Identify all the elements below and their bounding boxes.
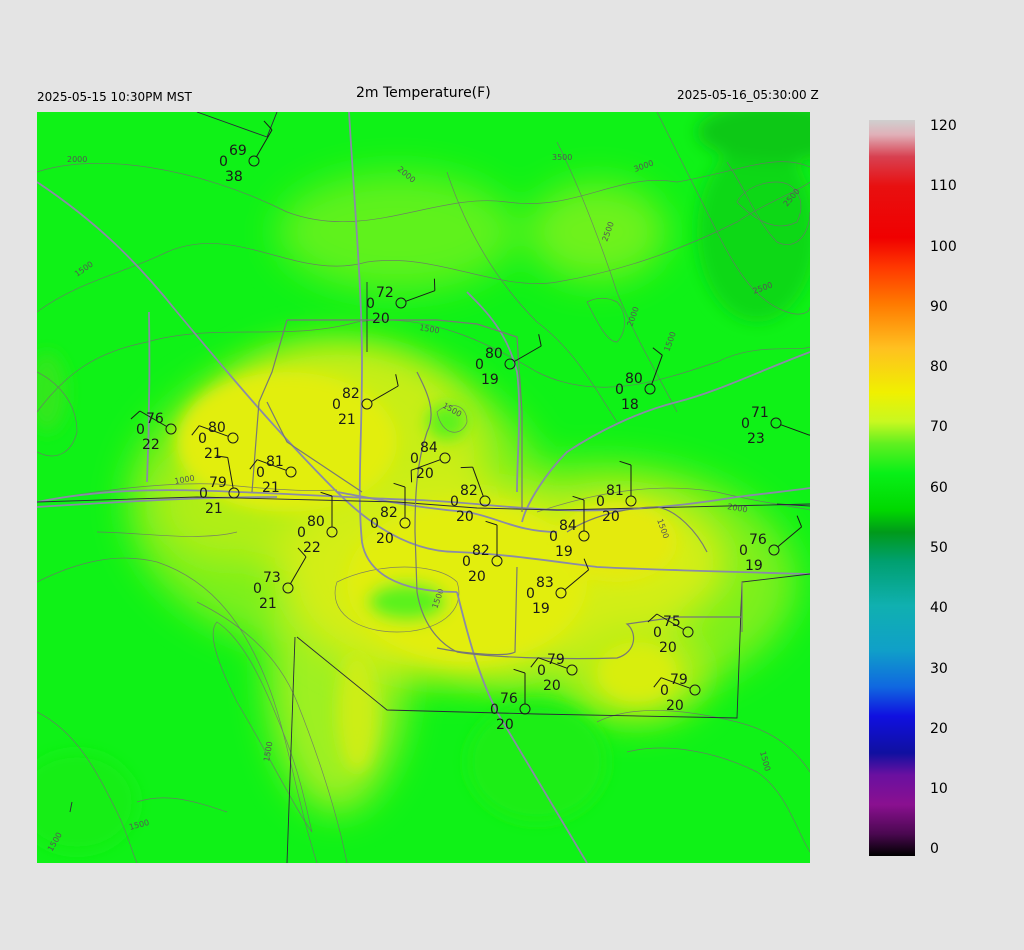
colorbar-label-40: 40 [930, 600, 948, 616]
station-temperature: 72 [376, 285, 394, 301]
station-temperature: 81 [266, 454, 284, 470]
local-time-label: 2025-05-15 10:30PM MST [37, 90, 192, 104]
station-precip: 0 [653, 625, 662, 641]
station-dewpoint: 20 [543, 678, 561, 694]
station-temperature: 82 [472, 543, 490, 559]
station-dewpoint: 21 [262, 480, 280, 496]
station-dewpoint: 20 [416, 466, 434, 482]
station-precip: 0 [537, 663, 546, 679]
station-precip: 0 [741, 416, 750, 432]
station-dewpoint: 19 [555, 544, 573, 560]
station-dewpoint: 20 [456, 509, 474, 525]
station-temperature: 82 [460, 483, 478, 499]
station-temperature: 82 [342, 386, 360, 402]
station-temperature: 75 [663, 614, 681, 630]
station-temperature: 73 [263, 570, 281, 586]
colorbar-label-10: 10 [930, 781, 948, 797]
station-dewpoint: 20 [659, 640, 677, 656]
station-dewpoint: 21 [259, 596, 277, 612]
utc-time-label: 2025-05-16_05:30:00 Z [677, 88, 819, 102]
station-precip: 0 [490, 702, 499, 718]
svg-text:2000: 2000 [67, 155, 87, 164]
station-precip: 0 [526, 586, 535, 602]
colorbar-label-50: 50 [930, 540, 948, 556]
station-precip: 0 [136, 422, 145, 438]
station-precip: 0 [253, 581, 262, 597]
station-temperature: 80 [307, 514, 325, 530]
station-temperature: 79 [547, 652, 565, 668]
colorbar-label-90: 90 [930, 299, 948, 315]
colorbar-label-70: 70 [930, 419, 948, 435]
station-dewpoint: 19 [745, 558, 763, 574]
station-dewpoint: 20 [602, 509, 620, 525]
station-precip: 0 [332, 397, 341, 413]
station-dewpoint: 22 [142, 437, 160, 453]
station-precip: 0 [198, 431, 207, 447]
temperature-colorbar [869, 120, 915, 856]
station-dewpoint: 21 [205, 501, 223, 517]
station-precip: 0 [660, 683, 669, 699]
station-dewpoint: 18 [621, 397, 639, 413]
station-precip: 0 [370, 516, 379, 532]
station-temperature: 79 [209, 475, 227, 491]
station-precip: 0 [256, 465, 265, 481]
station-precip: 0 [219, 154, 228, 170]
station-dewpoint: 20 [666, 698, 684, 714]
station-dewpoint: 38 [225, 169, 243, 185]
station-temperature: 76 [749, 532, 767, 548]
temperature-field [37, 112, 810, 863]
station-dewpoint: 21 [204, 446, 222, 462]
station-dewpoint: 19 [481, 372, 499, 388]
station-dewpoint: 20 [372, 311, 390, 327]
station-temperature: 81 [606, 483, 624, 499]
map-title: 2m Temperature(F) [356, 85, 491, 101]
station-precip: 0 [739, 543, 748, 559]
station-temperature: 84 [559, 518, 577, 534]
station-temperature: 84 [420, 440, 438, 456]
station-precip: 0 [462, 554, 471, 570]
station-dewpoint: 22 [303, 540, 321, 556]
station-temperature: 80 [208, 420, 226, 436]
svg-text:3500: 3500 [552, 153, 572, 162]
station-temperature: 83 [536, 575, 554, 591]
station-dewpoint: 19 [532, 601, 550, 617]
station-temperature: 79 [670, 672, 688, 688]
colorbar-label-80: 80 [930, 359, 948, 375]
station-temperature: 80 [485, 346, 503, 362]
colorbar-label-100: 100 [930, 239, 957, 255]
station-temperature: 76 [500, 691, 518, 707]
station-temperature: 82 [380, 505, 398, 521]
colorbar-label-20: 20 [930, 721, 948, 737]
station-dewpoint: 20 [468, 569, 486, 585]
station-precip: 0 [410, 451, 419, 467]
station-precip: 0 [199, 486, 208, 502]
station-precip: 0 [596, 494, 605, 510]
station-precip: 0 [450, 494, 459, 510]
colorbar-label-120: 120 [930, 118, 957, 134]
colorbar-label-30: 30 [930, 661, 948, 677]
station-precip: 0 [366, 296, 375, 312]
station-precip: 0 [297, 525, 306, 541]
station-temperature: 80 [625, 371, 643, 387]
station-temperature: 71 [751, 405, 769, 421]
station-precip: 0 [615, 382, 624, 398]
station-dewpoint: 23 [747, 431, 765, 447]
station-dewpoint: 21 [338, 412, 356, 428]
temperature-map: 2000 2000 3500 3000 2500 2500 2500 2000 … [37, 112, 810, 863]
station-precip: 0 [475, 357, 484, 373]
station-dewpoint: 20 [376, 531, 394, 547]
station-dewpoint: 20 [496, 717, 514, 733]
station-temperature: 76 [146, 411, 164, 427]
colorbar-label-60: 60 [930, 480, 948, 496]
colorbar-label-110: 110 [930, 178, 957, 194]
station-temperature: 69 [229, 143, 247, 159]
colorbar-label-0: 0 [930, 841, 939, 857]
station-precip: 0 [549, 529, 558, 545]
